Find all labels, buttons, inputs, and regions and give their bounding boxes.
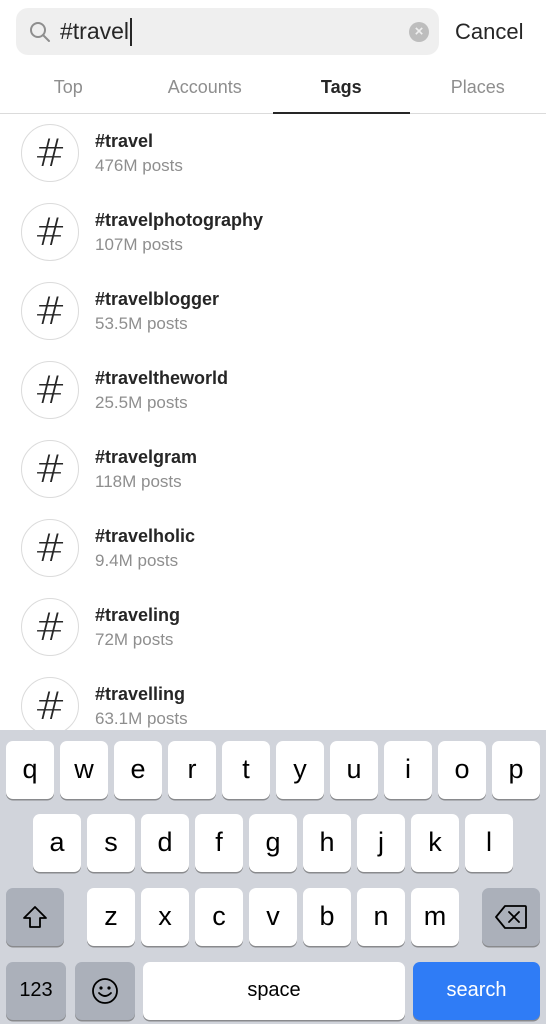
search-tabs: Top Accounts Tags Places [0, 62, 546, 114]
tag-name: #travelling [95, 684, 186, 704]
hashtag-icon: # [21, 361, 79, 419]
text-caret [130, 17, 133, 46]
hashtag-icon: # [21, 677, 79, 730]
search-input[interactable]: #travel [60, 8, 133, 55]
tag-name: #traveling [95, 605, 181, 625]
key-b[interactable]: b [303, 888, 351, 946]
tag-name: #travelgram [95, 447, 198, 467]
key-l[interactable]: l [465, 814, 513, 872]
tab-places[interactable]: Places [410, 62, 546, 113]
emoji-key[interactable] [75, 962, 135, 1020]
list-item[interactable]: # #travelling 63.1M posts [0, 667, 546, 730]
key-u[interactable]: u [330, 741, 378, 799]
search-header: #travel × Cancel [0, 0, 546, 62]
tag-name: #travelphotography [95, 210, 264, 230]
key-h[interactable]: h [303, 814, 351, 872]
shift-icon [23, 906, 47, 928]
cancel-button[interactable]: Cancel [455, 8, 523, 55]
hashtag-icon: # [21, 519, 79, 577]
tag-post-count: 476M posts [95, 156, 183, 175]
list-item[interactable]: # #travel 476M posts [0, 114, 546, 193]
key-w[interactable]: w [60, 741, 108, 799]
tab-tags[interactable]: Tags [273, 62, 410, 114]
clear-icon[interactable]: × [409, 22, 429, 42]
key-z[interactable]: z [87, 888, 135, 946]
shift-key[interactable] [6, 888, 64, 946]
key-p[interactable]: p [492, 741, 540, 799]
tag-name: #travelholic [95, 526, 196, 546]
key-m[interactable]: m [411, 888, 459, 946]
hashtag-icon: # [21, 124, 79, 182]
hashtag-icon: # [21, 440, 79, 498]
space-key[interactable]: space [143, 962, 405, 1020]
key-g[interactable]: g [249, 814, 297, 872]
list-item[interactable]: # #travelholic 9.4M posts [0, 509, 546, 588]
key-c[interactable]: c [195, 888, 243, 946]
search-query-text: #travel [60, 18, 130, 44]
tab-accounts[interactable]: Accounts [137, 62, 274, 113]
key-o[interactable]: o [438, 741, 486, 799]
search-key[interactable]: search [413, 962, 540, 1020]
emoji-icon [92, 978, 118, 1004]
key-f[interactable]: f [195, 814, 243, 872]
tag-post-count: 118M posts [95, 472, 182, 491]
key-q[interactable]: q [6, 741, 54, 799]
hashtag-icon: # [21, 282, 79, 340]
list-item[interactable]: # #travelphotography 107M posts [0, 193, 546, 272]
search-field[interactable]: #travel × [16, 8, 439, 55]
tag-name: #travelblogger [95, 289, 220, 309]
key-e[interactable]: e [114, 741, 162, 799]
backspace-icon [495, 905, 527, 929]
key-s[interactable]: s [87, 814, 135, 872]
tag-results-list: # #travel 476M posts # #travelphotograph… [0, 114, 546, 730]
tag-post-count: 63.1M posts [95, 709, 188, 728]
key-i[interactable]: i [384, 741, 432, 799]
tag-name: #travel [95, 131, 154, 151]
key-d[interactable]: d [141, 814, 189, 872]
tag-post-count: 107M posts [95, 235, 183, 254]
numbers-key[interactable]: 123 [6, 962, 66, 1020]
key-j[interactable]: j [357, 814, 405, 872]
backspace-key[interactable] [482, 888, 540, 946]
key-a[interactable]: a [33, 814, 81, 872]
tag-post-count: 25.5M posts [95, 393, 188, 412]
key-x[interactable]: x [141, 888, 189, 946]
tag-post-count: 53.5M posts [95, 314, 188, 333]
tag-post-count: 9.4M posts [95, 551, 179, 570]
hashtag-icon: # [21, 598, 79, 656]
hashtag-icon: # [21, 203, 79, 261]
tag-name: #traveltheworld [95, 368, 229, 388]
search-icon [30, 22, 50, 42]
on-screen-keyboard: q w e r t y u i o p a s d f g h j k l z … [0, 730, 546, 1024]
tag-post-count: 72M posts [95, 630, 174, 649]
tab-top[interactable]: Top [0, 62, 137, 113]
key-k[interactable]: k [411, 814, 459, 872]
key-n[interactable]: n [357, 888, 405, 946]
key-t[interactable]: t [222, 741, 270, 799]
list-item[interactable]: # #travelblogger 53.5M posts [0, 272, 546, 351]
key-y[interactable]: y [276, 741, 324, 799]
list-item[interactable]: # #traveltheworld 25.5M posts [0, 351, 546, 430]
list-item[interactable]: # #traveling 72M posts [0, 588, 546, 667]
list-item[interactable]: # #travelgram 118M posts [0, 430, 546, 509]
key-r[interactable]: r [168, 741, 216, 799]
key-v[interactable]: v [249, 888, 297, 946]
